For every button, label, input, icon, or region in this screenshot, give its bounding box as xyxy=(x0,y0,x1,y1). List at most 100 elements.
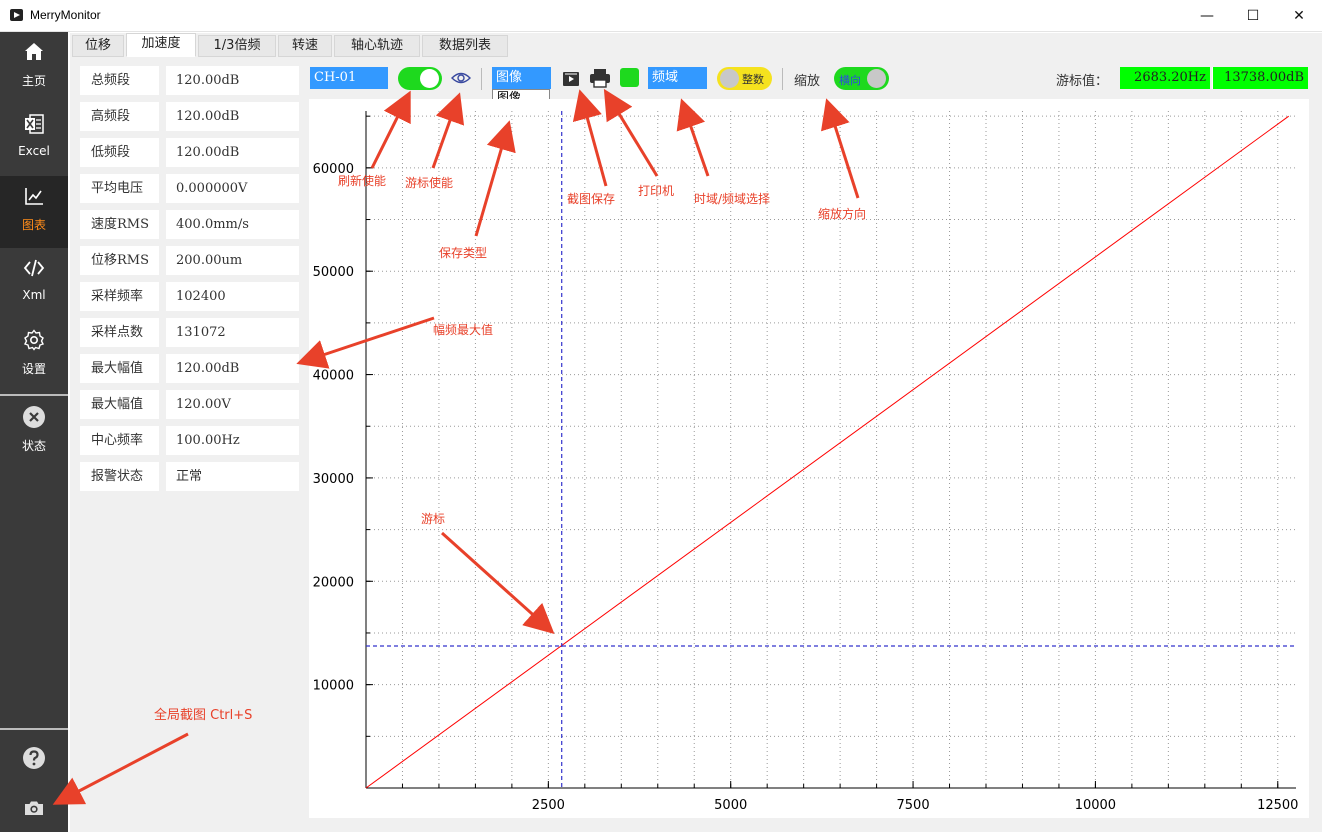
refresh-toggle[interactable] xyxy=(398,67,442,90)
x-tick-label: 7500 xyxy=(897,798,930,813)
y-tick-label: 10000 xyxy=(313,679,354,694)
param-value: 131072 xyxy=(166,318,299,347)
sidebar-item-settings[interactable]: 设置 xyxy=(0,320,68,392)
toggle-knob xyxy=(867,69,886,88)
status-icon xyxy=(23,406,45,428)
window-title: MerryMonitor xyxy=(30,8,101,22)
close-button[interactable]: ✕ xyxy=(1276,0,1322,32)
x-tick-label: 5000 xyxy=(714,798,747,813)
annotation-cursor: 游标 xyxy=(421,512,446,526)
eye-icon[interactable] xyxy=(451,70,471,86)
param-value: 120.00dB xyxy=(166,66,299,95)
annotation-printer: 打印机 xyxy=(638,184,675,198)
y-tick-label: 40000 xyxy=(313,369,354,384)
sidebar-item-label: 状态 xyxy=(21,439,46,453)
x-tick-label: 10000 xyxy=(1075,798,1116,813)
zoom-direction-label: 横向 xyxy=(839,74,861,87)
printer-icon[interactable] xyxy=(589,68,611,88)
annotation-global-screenshot: 全局截图 Ctrl+S xyxy=(154,708,253,723)
tab-speed[interactable]: 转速 xyxy=(278,35,332,57)
cursor-y-value: 13738.00dB xyxy=(1212,67,1308,89)
param-value: 0.000000V xyxy=(166,174,299,203)
sidebar-item-label: 设置 xyxy=(21,362,46,376)
param-label: 采样频率 xyxy=(80,282,159,311)
color-indicator[interactable] xyxy=(620,68,639,87)
sidebar-item-label: 主页 xyxy=(21,74,46,88)
annotation-zoom-direction: 缩放方向 xyxy=(818,207,867,221)
param-label: 最大幅值 xyxy=(80,390,159,419)
sidebar-item-chart[interactable]: 图表 xyxy=(0,176,68,248)
param-value: 120.00dB xyxy=(166,102,299,131)
annotation-cursor-enable: 游标使能 xyxy=(405,176,454,190)
gear-icon xyxy=(24,329,44,351)
channel-select[interactable]: CH-01 xyxy=(310,67,388,89)
excel-icon xyxy=(25,114,44,134)
x-tick-label: 2500 xyxy=(532,798,565,813)
param-value: 400.0mm/s xyxy=(166,210,299,239)
tab-data-list[interactable]: 数据列表 xyxy=(422,35,508,57)
save-type-select[interactable]: 图像 xyxy=(492,67,551,89)
param-label: 低频段 xyxy=(80,138,159,167)
sidebar-item-label: Excel xyxy=(18,144,50,158)
param-value: 120.00dB xyxy=(166,138,299,167)
help-icon[interactable] xyxy=(22,746,46,770)
plot-panel[interactable]: 2500 5000 7500 10000 12500 10000 20000 30000 400… xyxy=(309,99,1309,818)
param-value: 200.00um xyxy=(166,246,299,275)
x-tick-label: 12500 xyxy=(1257,798,1298,813)
sidebar-item-excel[interactable]: Excel xyxy=(0,104,68,176)
spectrum-chart[interactable]: 2500 5000 7500 10000 12500 10000 20000 30000 400… xyxy=(309,99,1309,818)
cursor-x-value: 2683.20Hz xyxy=(1120,67,1210,89)
param-label: 中心频率 xyxy=(80,426,159,455)
annotation-max-amplitude: 幅频最大值 xyxy=(433,323,494,337)
param-value: 正常 xyxy=(166,462,299,491)
param-value: 100.00Hz xyxy=(166,426,299,455)
tab-bar: 位移 加速度 1/3倍频 转速 轴心轨迹 数据列表 xyxy=(70,33,1322,57)
sidebar-item-home[interactable]: 主页 xyxy=(0,32,68,104)
tab-displacement[interactable]: 位移 xyxy=(72,35,124,57)
toolbar-divider xyxy=(782,68,783,90)
maximize-button[interactable]: ☐ xyxy=(1230,0,1276,32)
annotation-save-type: 保存类型 xyxy=(439,246,488,260)
param-label: 平均电压 xyxy=(80,174,159,203)
toggle-knob xyxy=(420,69,439,88)
tab-octave[interactable]: 1/3倍频 xyxy=(198,35,276,57)
cursor-value-label: 游标值： xyxy=(1056,74,1109,89)
param-label: 总频段 xyxy=(80,66,159,95)
y-tick-label: 50000 xyxy=(313,265,354,280)
tab-orbit[interactable]: 轴心轨迹 xyxy=(334,35,420,57)
sidebar: 主页 Excel 图表 Xml 设置 状态 xyxy=(0,32,68,832)
param-value: 102400 xyxy=(166,282,299,311)
sidebar-item-label: Xml xyxy=(22,288,46,302)
sidebar-divider xyxy=(0,728,68,730)
param-value: 120.00dB xyxy=(166,354,299,383)
tab-acceleration[interactable]: 加速度 xyxy=(126,33,196,57)
zoom-label: 缩放 xyxy=(794,74,821,89)
app-logo-icon xyxy=(10,9,23,21)
integer-toggle-label: 整数 xyxy=(742,73,764,86)
annotation-domain: 时域/频域选择 xyxy=(694,192,771,206)
minimize-button[interactable]: — xyxy=(1184,0,1230,32)
param-label: 采样点数 xyxy=(80,318,159,347)
y-tick-label: 30000 xyxy=(313,472,354,487)
sidebar-divider xyxy=(0,394,68,396)
toggle-knob xyxy=(720,69,739,88)
chart-icon xyxy=(25,188,43,205)
screenshot-save-icon[interactable] xyxy=(562,70,580,87)
title-bar: MerryMonitor — ☐ ✕ xyxy=(0,0,1322,32)
camera-icon[interactable] xyxy=(22,796,46,820)
sidebar-item-label: 图表 xyxy=(21,218,46,232)
home-icon xyxy=(25,43,43,60)
param-label: 速度RMS xyxy=(80,210,159,239)
toolbar-divider xyxy=(481,68,482,90)
sidebar-item-status[interactable]: 状态 xyxy=(0,397,68,469)
integer-toggle[interactable]: 整数 xyxy=(717,67,772,90)
param-label: 最大幅值 xyxy=(80,354,159,383)
sidebar-item-xml[interactable]: Xml xyxy=(0,248,68,320)
zoom-direction-toggle[interactable]: 横向 xyxy=(834,67,889,90)
param-label: 报警状态 xyxy=(80,462,159,491)
domain-select[interactable]: 频域 xyxy=(648,67,707,89)
annotation-refresh: 刷新使能 xyxy=(338,174,387,188)
param-label: 高频段 xyxy=(80,102,159,131)
param-label: 位移RMS xyxy=(80,246,159,275)
y-tick-label: 20000 xyxy=(313,575,354,590)
